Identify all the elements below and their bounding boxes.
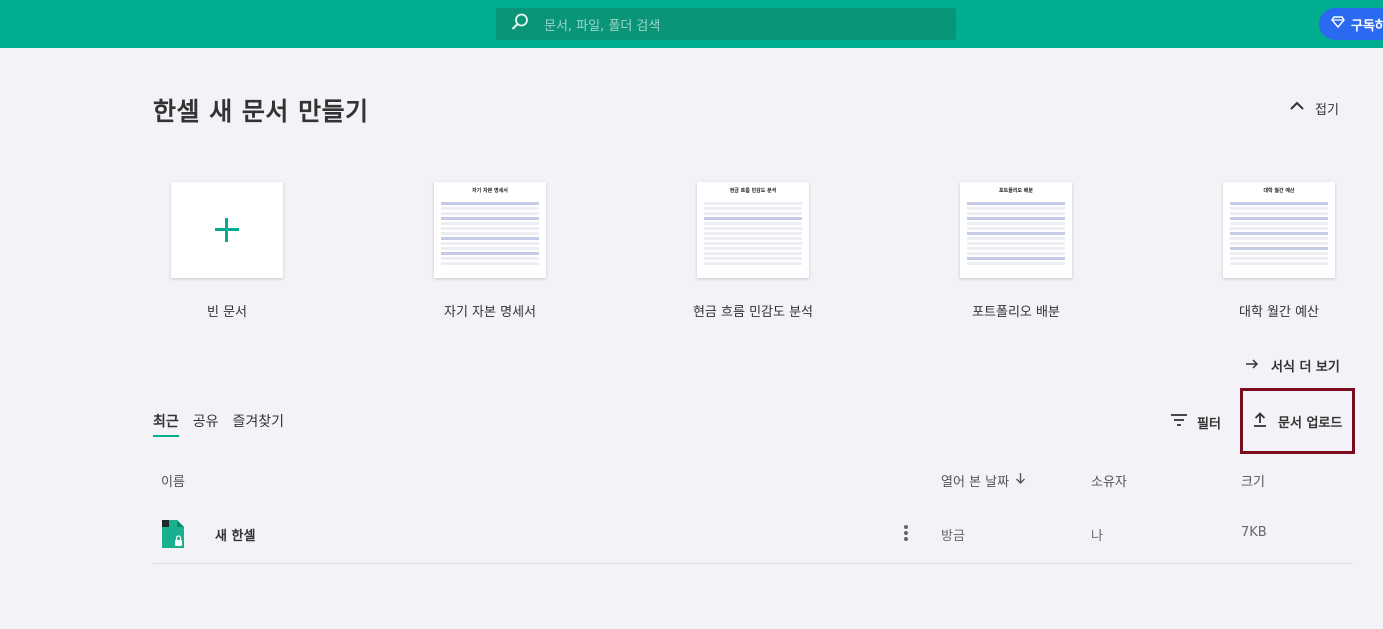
column-header-label: 소유자 — [1091, 475, 1127, 490]
column-header-label: 이름 — [161, 475, 185, 490]
template-thumbnail[interactable]: 자기 자본 명세서 — [434, 182, 546, 278]
spreadsheet-file-icon — [162, 520, 184, 548]
thumbnail-preview — [967, 202, 1065, 267]
more-templates-label: 서식 더 보기 — [1271, 360, 1340, 375]
template-thumbnail[interactable]: 현금 흐름 민감도 분석 — [697, 182, 809, 278]
top-bar: 문서, 파일, 폴더 검색 구독하기 — [0, 0, 1383, 48]
table-row[interactable]: 새 한셀 방금 나 7KB — [153, 509, 1353, 564]
tab-shared[interactable]: 공유 — [193, 411, 219, 437]
upload-label: 문서 업로드 — [1278, 415, 1343, 431]
file-opened: 방금 — [941, 529, 965, 544]
column-header-label: 열어 본 날짜 — [941, 475, 1010, 490]
collapse-button[interactable]: 접기 — [1289, 98, 1339, 118]
template-thumbnail[interactable]: 포트폴리오 배분 — [960, 182, 1072, 278]
thumbnail-title: 포트폴리오 배분 — [999, 188, 1033, 194]
template-label: 자기 자본 명세서 — [444, 305, 536, 320]
tab-recent[interactable]: 최근 — [153, 411, 179, 437]
file-name[interactable]: 새 한셀 — [215, 525, 255, 544]
search-icon — [510, 12, 530, 36]
filter-button[interactable]: 필터 — [1170, 411, 1221, 433]
chevron-up-icon — [1289, 98, 1315, 118]
thumbnail-title: 현금 흐름 민감도 분석 — [729, 188, 777, 194]
arrow-down-icon — [1009, 472, 1027, 489]
arrow-right-icon — [1245, 357, 1271, 375]
template-label: 현금 흐름 민감도 분석 — [692, 305, 814, 320]
filter-icon — [1170, 411, 1197, 433]
file-tabs: 최근 공유 즐겨찾기 — [153, 411, 298, 437]
column-header-size[interactable]: 크기 — [1241, 471, 1265, 490]
template-label: 대학 월간 예산 — [1238, 305, 1320, 320]
thumbnail-title: 자기 자본 명세서 — [472, 188, 508, 194]
thumbnail-preview — [704, 202, 802, 267]
diamond-icon — [1331, 15, 1351, 33]
template-thumbnail[interactable]: 대학 월간 예산 — [1223, 182, 1335, 278]
filter-label: 필터 — [1197, 416, 1221, 432]
column-header-label: 크기 — [1241, 475, 1265, 490]
template-label: 빈 문서 — [206, 305, 247, 320]
plus-icon — [215, 218, 239, 242]
upload-button[interactable]: 문서 업로드 — [1240, 388, 1355, 454]
subscribe-button[interactable]: 구독하기 — [1319, 8, 1383, 40]
thumbnail-title: 대학 월간 예산 — [1263, 188, 1295, 194]
file-owner: 나 — [1091, 529, 1103, 544]
thumbnail-preview — [1230, 202, 1328, 267]
search-input[interactable]: 문서, 파일, 폴더 검색 — [544, 15, 660, 34]
thumbnail-preview — [441, 202, 539, 267]
page-title: 한셀 새 문서 만들기 — [153, 97, 369, 126]
collapse-label: 접기 — [1315, 102, 1339, 118]
tab-favorites[interactable]: 즐겨찾기 — [233, 411, 285, 437]
more-templates-link[interactable]: 서식 더 보기 — [1245, 356, 1340, 375]
template-thumbnail[interactable] — [171, 182, 283, 278]
subscribe-label: 구독하기 — [1351, 18, 1383, 34]
more-vertical-icon[interactable] — [901, 525, 911, 545]
template-label: 포트폴리오 배분 — [972, 305, 1060, 320]
column-header-name[interactable]: 이름 — [161, 471, 185, 490]
upload-icon — [1252, 411, 1278, 431]
column-header-opened[interactable]: 열어 본 날짜 — [941, 471, 1027, 490]
file-size: 7KB — [1241, 525, 1267, 540]
search-box[interactable]: 문서, 파일, 폴더 검색 — [496, 8, 956, 40]
column-header-owner[interactable]: 소유자 — [1091, 471, 1127, 490]
